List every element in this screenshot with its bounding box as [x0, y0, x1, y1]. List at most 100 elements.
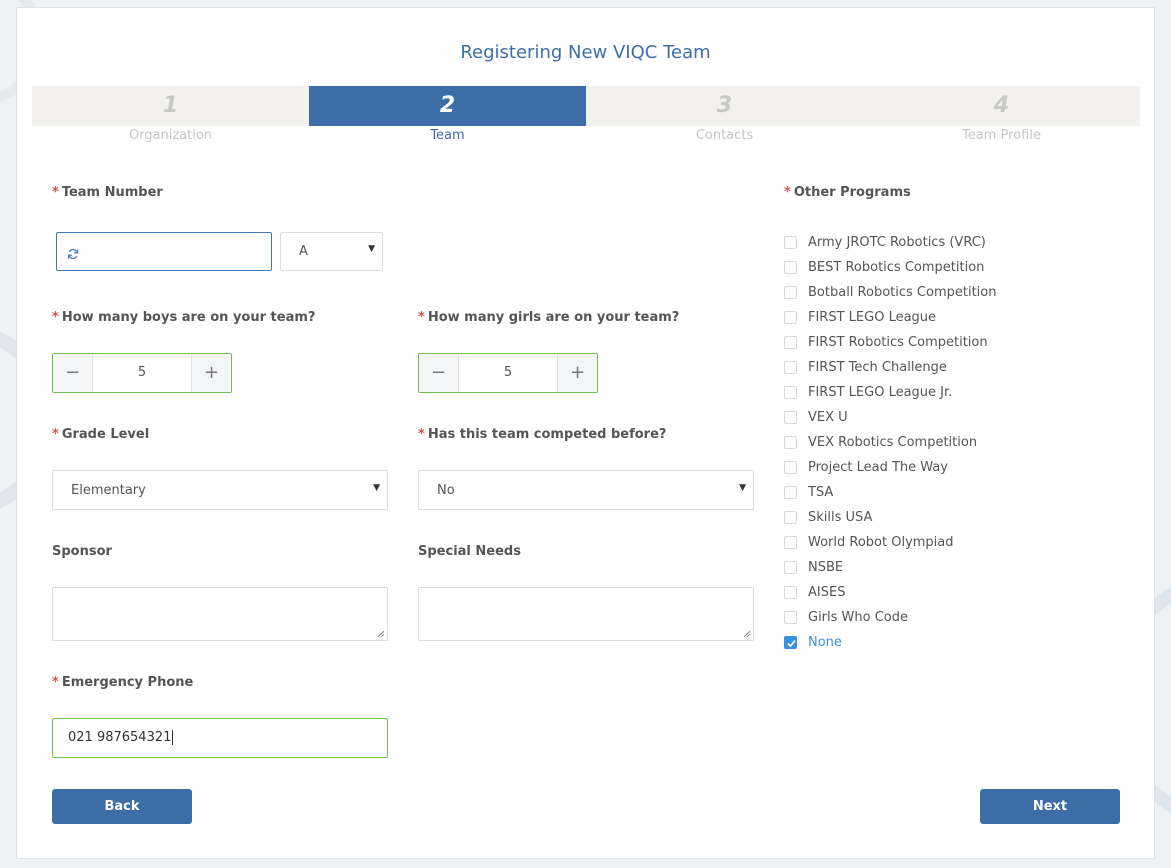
program-label: FIRST LEGO League [808, 310, 937, 325]
checkbox[interactable] [784, 411, 797, 424]
step-label: Organization [128, 128, 213, 143]
program-army-jrotc[interactable]: Army JROTC Robotics (VRC) [784, 230, 996, 255]
page-title: Registering New VIQC Team [460, 42, 711, 63]
caret-down-icon: ▼ [373, 483, 380, 493]
competed-before-value: No [437, 483, 455, 498]
checkbox[interactable] [784, 361, 797, 374]
refresh-icon[interactable] [67, 245, 79, 264]
step-number: 1 [162, 93, 179, 118]
grade-level-value: Elementary [71, 483, 146, 498]
program-nsbe[interactable]: NSBE [784, 555, 996, 580]
checkbox[interactable] [784, 611, 797, 624]
program-vex-u[interactable]: VEX U [784, 405, 996, 430]
program-first-lego-league-jr[interactable]: FIRST LEGO League Jr. [784, 380, 996, 405]
program-world-robot-olympiad[interactable]: World Robot Olympiad [784, 530, 996, 555]
program-label: World Robot Olympiad [808, 535, 954, 550]
other-programs-label: * Other Programs [784, 185, 911, 200]
boys-stepper[interactable]: − 5 + [52, 353, 232, 393]
checkbox[interactable] [784, 436, 797, 449]
program-vex-robotics[interactable]: VEX Robotics Competition [784, 430, 996, 455]
step-number: 4 [993, 93, 1010, 118]
step-contacts[interactable]: 3 Contacts [586, 86, 863, 143]
minus-icon[interactable]: − [53, 354, 93, 392]
program-label: NSBE [808, 560, 844, 575]
checkbox[interactable] [784, 586, 797, 599]
competed-before-select[interactable]: No ▼ [418, 470, 754, 510]
step-team-profile[interactable]: 4 Team Profile [863, 86, 1140, 143]
program-first-lego-league[interactable]: FIRST LEGO League [784, 305, 996, 330]
emergency-phone-input[interactable]: 021 987654321 [52, 718, 388, 758]
checkbox[interactable] [784, 336, 797, 349]
required-mark: * [418, 310, 425, 325]
checkbox[interactable] [784, 486, 797, 499]
team-letter-select[interactable]: A ▼ [280, 232, 383, 271]
checkbox[interactable] [784, 236, 797, 249]
program-botball[interactable]: Botball Robotics Competition [784, 280, 996, 305]
grade-level-select[interactable]: Elementary ▼ [52, 470, 388, 510]
team-number-input[interactable] [89, 233, 269, 270]
program-label: AISES [808, 585, 846, 600]
required-mark: * [418, 427, 425, 442]
step-label: Team Profile [962, 128, 1041, 143]
program-label: FIRST Tech Challenge [808, 360, 947, 375]
program-aises[interactable]: AISES [784, 580, 996, 605]
other-programs-label-text: Other Programs [793, 185, 911, 200]
step-number: 2 [439, 93, 456, 118]
program-first-robotics[interactable]: FIRST Robotics Competition [784, 330, 996, 355]
girls-value[interactable]: 5 [459, 354, 557, 392]
program-label: Army JROTC Robotics (VRC) [808, 235, 986, 250]
plus-icon[interactable]: + [557, 354, 597, 392]
girls-stepper[interactable]: − 5 + [418, 353, 598, 393]
other-programs-list: Army JROTC Robotics (VRC) BEST Robotics … [784, 230, 996, 655]
program-label: FIRST Robotics Competition [808, 335, 988, 350]
special-needs-label: Special Needs [418, 544, 521, 559]
program-label: Girls Who Code [808, 610, 909, 625]
program-label: VEX Robotics Competition [808, 435, 978, 450]
program-none[interactable]: None [784, 630, 996, 655]
checkbox[interactable] [784, 536, 797, 549]
registration-card: Registering New VIQC Team 1 Organization… [16, 7, 1155, 859]
checkbox[interactable] [784, 386, 797, 399]
checkbox-checked[interactable] [784, 636, 797, 649]
next-button[interactable]: Next [980, 789, 1120, 824]
back-button[interactable]: Back [52, 789, 192, 824]
program-project-lead-the-way[interactable]: Project Lead The Way [784, 455, 996, 480]
step-team[interactable]: 2 Team [309, 86, 586, 143]
checkbox[interactable] [784, 561, 797, 574]
boys-label-text: How many boys are on your team? [61, 310, 316, 325]
checkbox[interactable] [784, 261, 797, 274]
program-tsa[interactable]: TSA [784, 480, 996, 505]
checkbox[interactable] [784, 461, 797, 474]
team-number-input-group[interactable] [56, 232, 272, 271]
program-label: None [808, 635, 842, 650]
checkbox[interactable] [784, 286, 797, 299]
program-first-tech-challenge[interactable]: FIRST Tech Challenge [784, 355, 996, 380]
minus-icon[interactable]: − [419, 354, 459, 392]
wizard-steps: 1 Organization 2 Team 3 Contacts 4 Team … [32, 86, 1140, 143]
program-label: Botball Robotics Competition [808, 285, 997, 300]
step-label: Contacts [695, 128, 754, 143]
sponsor-textarea[interactable] [52, 587, 388, 641]
special-needs-textarea[interactable] [418, 587, 754, 641]
required-mark: * [784, 185, 791, 200]
checkbox[interactable] [784, 311, 797, 324]
boys-value[interactable]: 5 [93, 354, 191, 392]
grade-level-label-text: Grade Level [61, 427, 150, 442]
program-girls-who-code[interactable]: Girls Who Code [784, 605, 996, 630]
resize-grip-icon[interactable] [377, 630, 385, 638]
program-best-robotics[interactable]: BEST Robotics Competition [784, 255, 996, 280]
program-label: TSA [808, 485, 834, 500]
resize-grip-icon[interactable] [743, 630, 751, 638]
boys-label: * How many boys are on your team? [52, 310, 315, 325]
girls-label: * How many girls are on your team? [418, 310, 679, 325]
program-skills-usa[interactable]: Skills USA [784, 505, 996, 530]
required-mark: * [52, 310, 59, 325]
team-number-label: * Team Number [52, 185, 163, 200]
team-number-label-text: Team Number [61, 185, 163, 200]
step-label: Team [430, 128, 465, 143]
plus-icon[interactable]: + [191, 354, 231, 392]
required-mark: * [52, 185, 59, 200]
step-organization[interactable]: 1 Organization [32, 86, 309, 143]
text-cursor [172, 730, 174, 745]
checkbox[interactable] [784, 511, 797, 524]
